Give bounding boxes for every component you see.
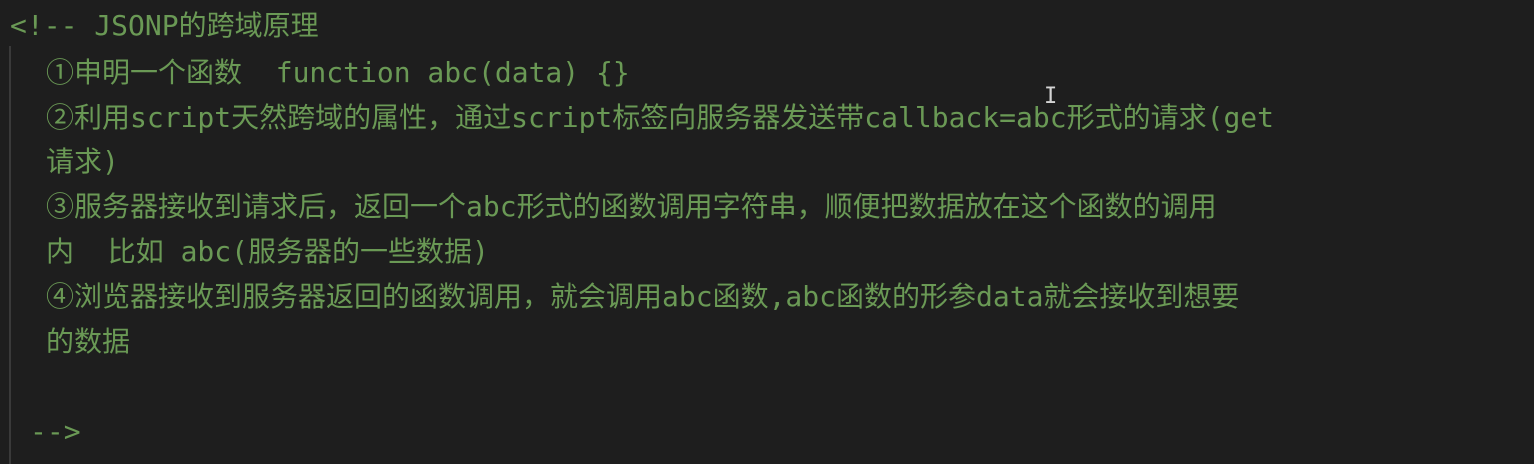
comment-line-4: ④浏览器接收到服务器返回的函数调用，就会调用abc函数,abc函数的形参data… [46,280,1240,313]
comment-line-2-wrap: 请求) [46,145,119,178]
comment-line-3: ③服务器接收到请求后，返回一个abc形式的函数调用字符串，顺便把数据放在这个函数… [46,190,1217,223]
indent-guide [9,46,11,464]
comment-line-2: ②利用script天然跨域的属性，通过script标签向服务器发送带callba… [46,101,1275,134]
text-cursor-icon: I [1044,84,1058,109]
comment-open-line: <!-- JSONP的跨域原理 [10,9,319,42]
comment-line-3-wrap: 内 比如 abc(服务器的一些数据) [46,235,489,268]
comment-line-1: ①申明一个函数 function abc(data) {} [46,56,630,89]
comment-line-4-wrap: 的数据 [46,325,131,358]
comment-close-line: --> [30,415,81,448]
code-editor[interactable]: <!-- JSONP的跨域原理 ①申明一个函数 function abc(dat… [0,0,1534,464]
